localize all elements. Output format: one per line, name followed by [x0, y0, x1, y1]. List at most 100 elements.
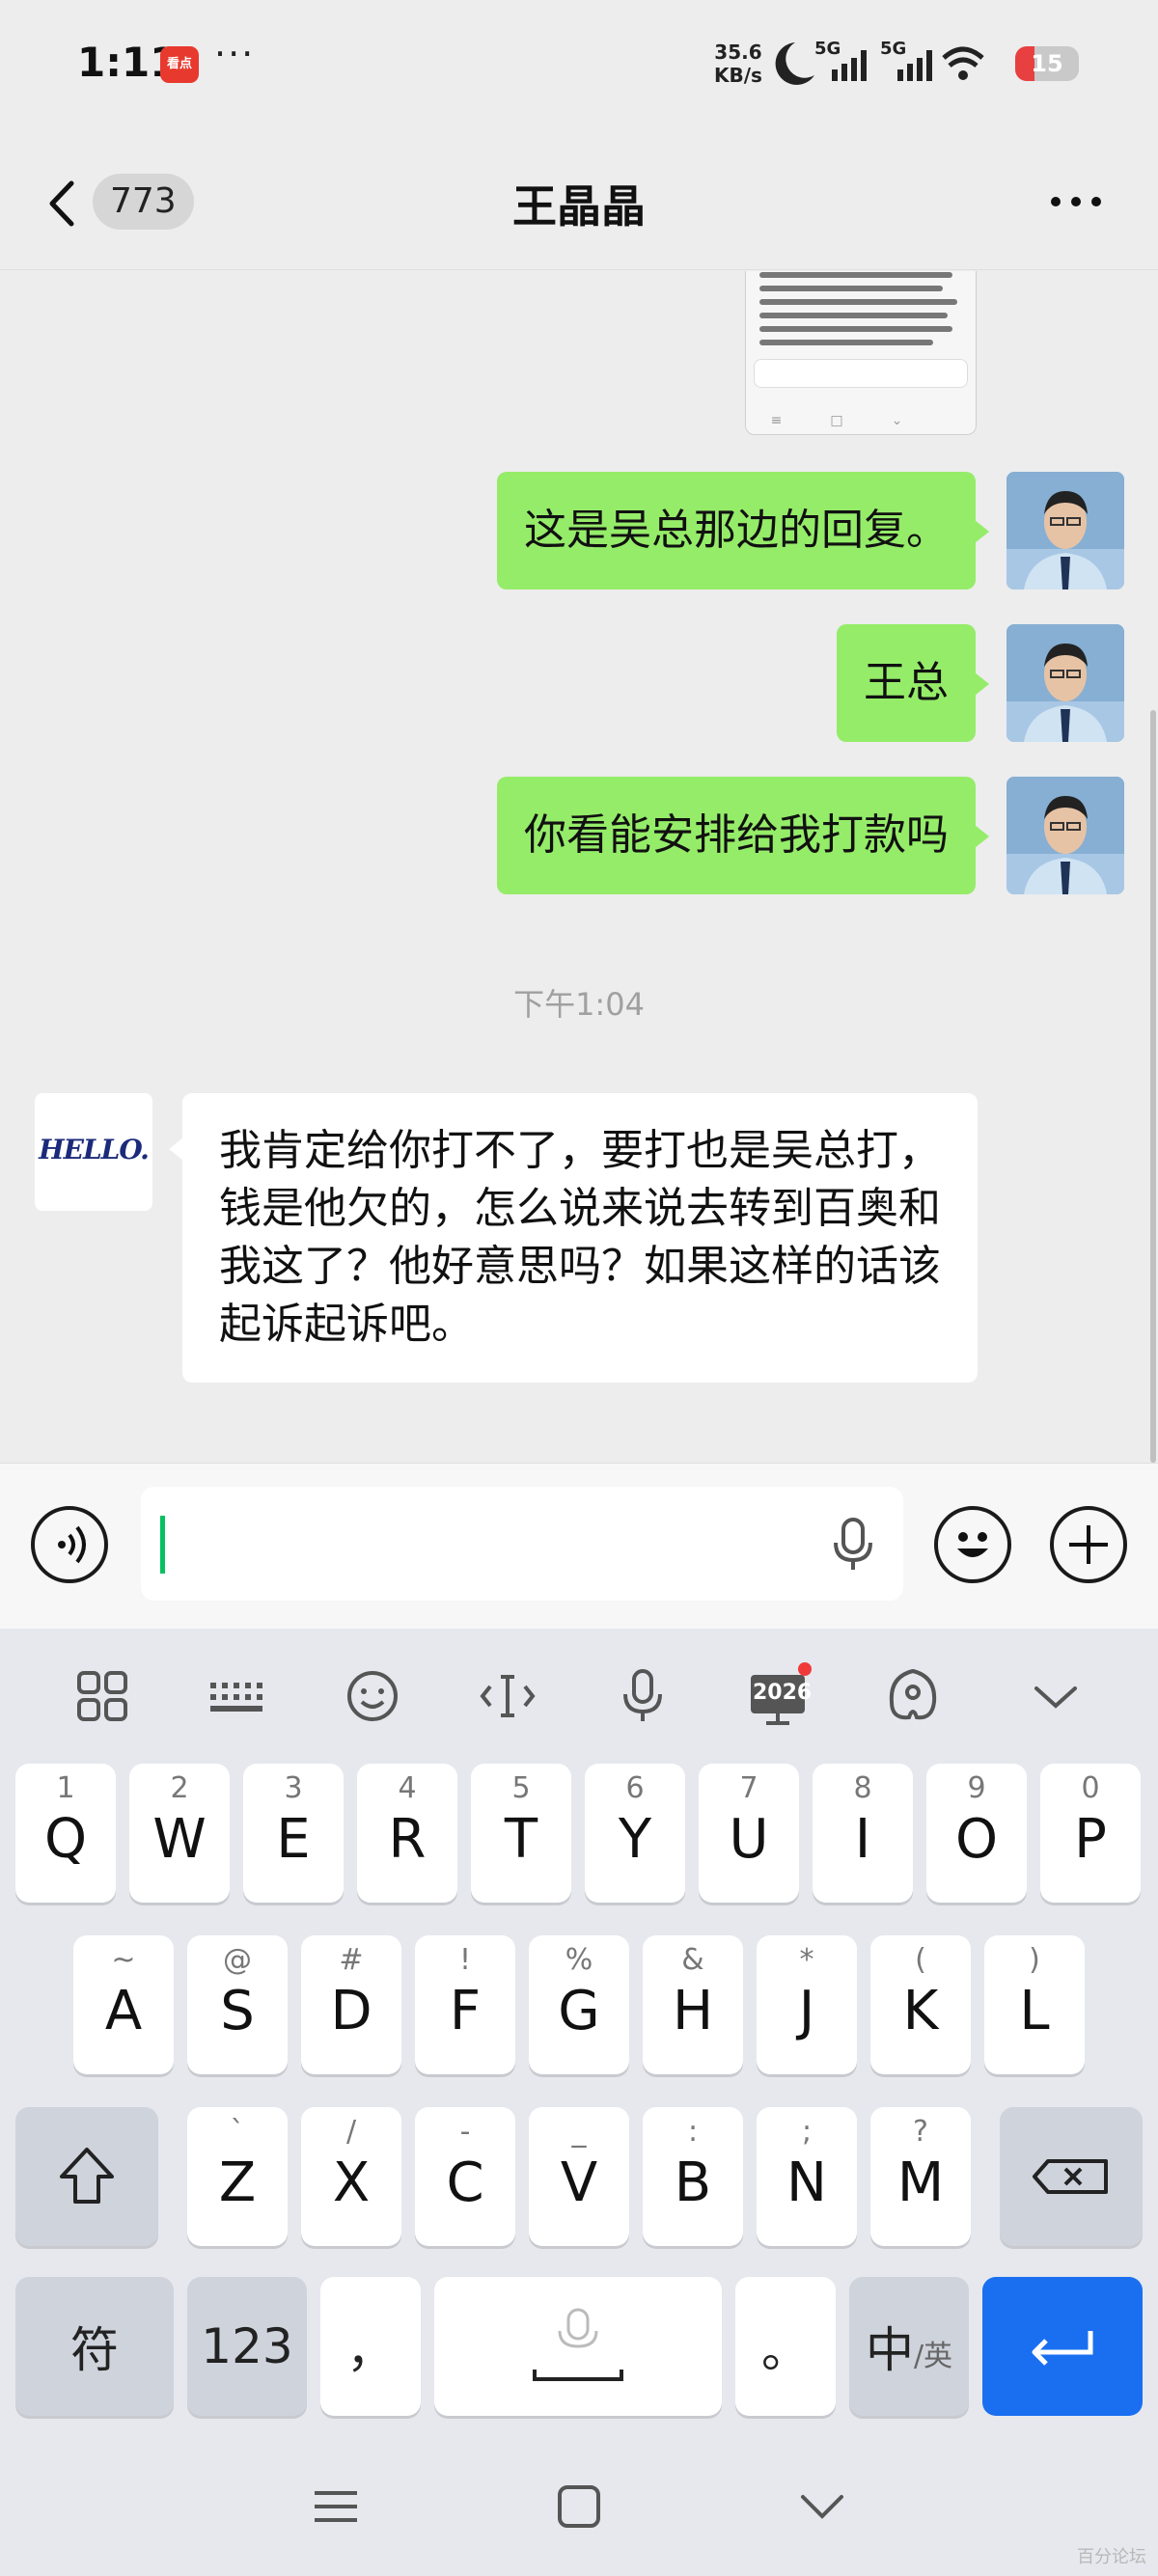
key-q[interactable]: 1Q — [15, 1764, 116, 1903]
message-bubble-incoming[interactable]: 我肯定给你打不了，要打也是吴总打，钱是他欠的，怎么说来说去转到百奥和我这了？他好… — [169, 1093, 978, 1383]
message-timestamp: 下午1:04 — [513, 986, 645, 1023]
numbers-key-label: 123 — [201, 2318, 293, 2374]
chat-scrollbar[interactable] — [1150, 710, 1156, 1463]
key-letter: B — [674, 2151, 712, 2214]
key-a[interactable]: ~ A — [73, 1935, 174, 2074]
key-hint: : — [687, 2115, 699, 2149]
key-letter: Y — [618, 1808, 652, 1871]
key-y[interactable]: 6Y — [585, 1764, 685, 1903]
key-c[interactable]: -C — [415, 2107, 515, 2246]
network-speed: 35.6 KB/s — [714, 41, 762, 87]
network-speed-unit: KB/s — [714, 64, 762, 87]
key-x[interactable]: / X — [301, 2107, 401, 2246]
voice-mode-button[interactable] — [31, 1506, 108, 1583]
image-message[interactable]: ≡□⌄ — [745, 271, 977, 435]
keyboard-icon[interactable] — [199, 1658, 276, 1735]
key-r[interactable]: 4R — [357, 1764, 457, 1903]
key-h[interactable]: & H — [643, 1935, 743, 2074]
contact-avatar[interactable]: HELLO. — [35, 1093, 152, 1211]
key-letter: T — [504, 1808, 538, 1871]
key-l[interactable]: ) L — [984, 1935, 1085, 2074]
key-letter: L — [1019, 1980, 1050, 2042]
key-letter: A — [104, 1980, 143, 2042]
backspace-key[interactable] — [1000, 2107, 1143, 2246]
my-avatar[interactable] — [1006, 624, 1124, 742]
key-letter: N — [786, 2151, 827, 2214]
image-preview-navbar: ≡□⌄ — [770, 413, 951, 428]
message-list[interactable]: ≡□⌄ 这是吴总那边的回复。 王总 你看能安排给我打款吗 下午1:04 HELL… — [0, 271, 1158, 1463]
message-bubble-outgoing[interactable]: 你看能安排给我打款吗 — [497, 777, 989, 894]
key-letter: G — [558, 1980, 600, 2042]
key-hint: 6 — [625, 1771, 645, 1805]
message-bubble-outgoing[interactable]: 这是吴总那边的回复。 — [497, 472, 989, 589]
key-d[interactable]: # D — [301, 1935, 401, 2074]
enter-key[interactable] — [982, 2277, 1143, 2416]
key-letter: O — [954, 1808, 999, 1871]
comma-key-label: ， — [346, 2322, 395, 2378]
key-g[interactable]: % G — [529, 1935, 629, 2074]
key-letter: S — [220, 1980, 255, 2042]
key-hint: ! — [458, 1943, 472, 1977]
key-hint: 7 — [739, 1771, 758, 1805]
home-nav-icon[interactable] — [550, 2478, 608, 2535]
message-input[interactable] — [141, 1487, 903, 1601]
calendar-2026-icon[interactable]: 2026 — [739, 1658, 816, 1735]
my-avatar[interactable] — [1006, 472, 1124, 589]
period-key[interactable]: 。 — [735, 2277, 836, 2416]
collapse-keyboard-icon[interactable] — [1017, 1658, 1094, 1735]
avatar-photo-icon — [1006, 624, 1124, 742]
key-b[interactable]: :B — [643, 2107, 743, 2246]
apps-grid-icon[interactable] — [64, 1658, 141, 1735]
voice-input-icon[interactable] — [604, 1658, 681, 1735]
period-key-label: 。 — [761, 2322, 810, 2378]
key-hint: & — [681, 1943, 704, 1977]
key-letter: I — [854, 1808, 871, 1871]
more-dots-icon[interactable] — [1042, 187, 1110, 216]
emoji-keyboard-icon[interactable] — [334, 1658, 411, 1735]
key-letter: D — [330, 1980, 372, 2042]
signal-5g-icon-2: 5G — [880, 39, 932, 81]
message-bubble-outgoing[interactable]: 王总 — [837, 624, 989, 742]
key-o[interactable]: 9O — [926, 1764, 1027, 1903]
menu-nav-icon[interactable] — [307, 2478, 365, 2535]
symbols-key-label: 符 — [70, 2322, 119, 2378]
key-hint: 1 — [56, 1771, 75, 1805]
message-input-bar — [0, 1463, 1158, 1629]
comma-key[interactable]: ， — [320, 2277, 421, 2416]
cursor-move-icon[interactable] — [469, 1658, 546, 1735]
key-j[interactable]: * J — [757, 1935, 857, 2074]
shift-key[interactable] — [15, 2107, 158, 2246]
space-key[interactable] — [434, 2277, 722, 2416]
key-w[interactable]: 2W — [129, 1764, 230, 1903]
key-v[interactable]: _ V — [529, 2107, 629, 2246]
key-hint: 3 — [284, 1771, 303, 1805]
plus-button[interactable] — [1050, 1506, 1127, 1583]
back-nav-icon[interactable] — [793, 2478, 851, 2535]
key-letter: V — [560, 2151, 598, 2214]
theme-icon[interactable] — [874, 1658, 951, 1735]
key-z[interactable]: ` Z — [187, 2107, 288, 2246]
emoji-button[interactable] — [934, 1506, 1011, 1583]
text-caret — [160, 1516, 165, 1574]
key-hint: @ — [223, 1943, 252, 1977]
key-p[interactable]: 0P — [1040, 1764, 1141, 1903]
key-s[interactable]: @ S — [187, 1935, 288, 2074]
key-u[interactable]: 7U — [699, 1764, 799, 1903]
key-e[interactable]: 3E — [243, 1764, 344, 1903]
language-switch-key[interactable]: 中/英 — [849, 2277, 969, 2416]
key-n[interactable]: ; N — [757, 2107, 857, 2246]
key-f[interactable]: ! F — [415, 1935, 515, 2074]
key-t[interactable]: 5T — [471, 1764, 571, 1903]
shift-icon — [60, 2148, 114, 2204]
space-mic-icon — [533, 2308, 623, 2381]
symbols-key[interactable]: 符 — [15, 2277, 174, 2416]
avatar-photo-icon — [1006, 472, 1124, 589]
key-hint: 0 — [1081, 1771, 1100, 1805]
key-i[interactable]: 8I — [813, 1764, 913, 1903]
key-hint: * — [799, 1943, 814, 1977]
my-avatar[interactable] — [1006, 777, 1124, 894]
microphone-icon[interactable] — [832, 1516, 874, 1574]
numbers-key[interactable]: 123 — [187, 2277, 307, 2416]
key-m[interactable]: ? M — [870, 2107, 971, 2246]
key-k[interactable]: (K — [870, 1935, 971, 2074]
